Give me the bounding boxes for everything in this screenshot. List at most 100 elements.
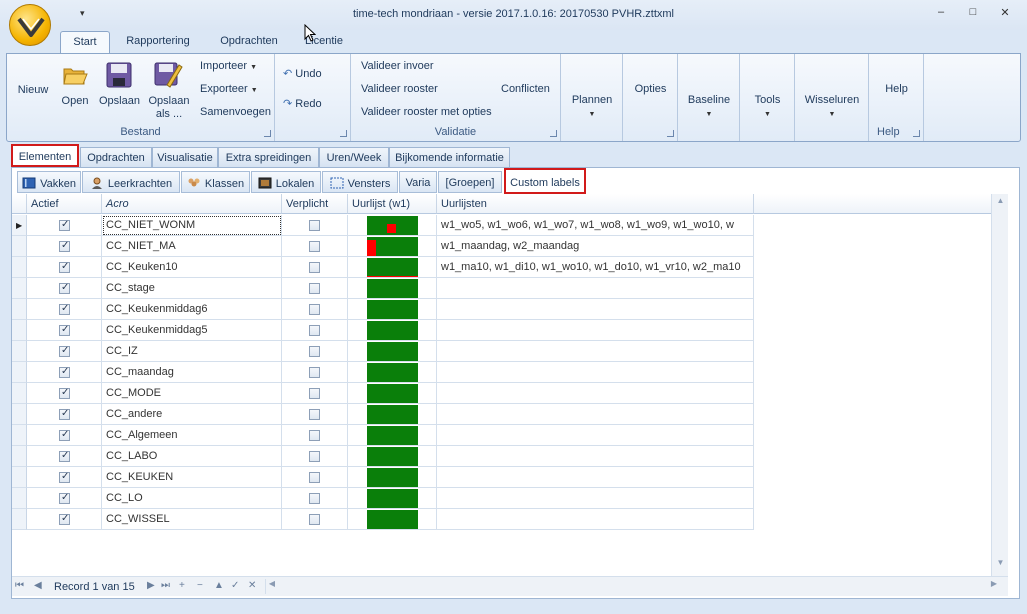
actief-checkbox[interactable] [59,219,70,231]
acro-cell[interactable]: CC_Keuken10 [102,257,282,278]
table-row[interactable]: CC_WISSEL [12,509,754,530]
importeer-dropdown[interactable]: Importeer ▼ [200,60,257,72]
plannen-dropdown[interactable]: Plannen ▼ [561,94,623,121]
actief-checkbox[interactable] [59,282,70,294]
baseline-dropdown[interactable]: Baseline ▼ [678,94,740,121]
row-indicator[interactable] [12,404,27,425]
tab-elementen[interactable]: Elementen [11,144,79,167]
conflicten-button[interactable]: Conflicten [501,83,550,95]
row-indicator[interactable] [12,362,27,383]
scroll-left-arrow-icon[interactable]: ◀ [266,579,278,595]
opties-launcher-icon[interactable] [667,130,674,137]
minimize-button[interactable]: – [930,6,952,22]
uurlijst-w1-cell[interactable] [348,383,437,404]
verplicht-checkbox[interactable] [309,325,320,336]
verplicht-cell[interactable] [282,278,348,299]
valideer-invoer-button[interactable]: Valideer invoer [361,60,434,72]
uurlijst-w1-cell[interactable] [348,320,437,341]
actief-checkbox[interactable] [59,261,70,273]
row-indicator[interactable] [12,257,27,278]
tab-visualisatie[interactable]: Visualisatie [152,147,218,168]
wisseluren-dropdown[interactable]: Wisseluren ▼ [795,94,869,121]
ribbon-tab-rapportering[interactable]: Rapportering [118,31,198,54]
actief-checkbox[interactable] [59,513,70,525]
table-row[interactable]: CC_Keukenmiddag5 [12,320,754,341]
acro-cell[interactable]: CC_KEUKEN [102,467,282,488]
table-row[interactable]: CC_andere [12,404,754,425]
uurlijst-w1-cell[interactable] [348,278,437,299]
actief-cell[interactable] [27,236,102,257]
actief-cell[interactable] [27,488,102,509]
verplicht-checkbox[interactable] [309,346,320,357]
acro-cell[interactable]: CC_maandag [102,362,282,383]
help-button[interactable]: Help [869,83,924,96]
actief-cell[interactable] [27,509,102,530]
actief-checkbox[interactable] [59,366,70,378]
samenvoegen-button[interactable]: Samenvoegen [200,106,271,118]
acro-cell[interactable]: CC_NIET_MA [102,236,282,257]
row-indicator[interactable] [12,299,27,320]
actief-cell[interactable] [27,404,102,425]
subtab-custom-labels[interactable]: Custom labels [504,168,586,194]
row-indicator[interactable] [12,383,27,404]
row-indicator[interactable] [12,341,27,362]
uurlijst-w1-cell[interactable] [348,425,437,446]
actief-checkbox[interactable] [59,450,70,462]
tools-dropdown[interactable]: Tools ▼ [740,94,795,121]
actief-cell[interactable] [27,362,102,383]
table-row[interactable]: CC_NIET_MA w1_maandag, w2_maandag [12,236,754,257]
uurlijsten-cell[interactable] [437,299,754,320]
tab-bijkomende-informatie[interactable]: Bijkomende informatie [389,147,510,168]
actief-cell[interactable] [27,257,102,278]
row-indicator[interactable] [12,320,27,341]
row-indicator[interactable] [12,467,27,488]
ribbon-tab-start[interactable]: Start [60,31,110,54]
scroll-down-arrow-icon[interactable]: ▼ [992,558,1009,574]
actief-cell[interactable] [27,425,102,446]
first-record-icon[interactable]: ⏮ [15,580,24,591]
acro-cell[interactable]: CC_IZ [102,341,282,362]
verplicht-checkbox[interactable] [309,472,320,483]
actief-checkbox[interactable] [59,303,70,315]
verplicht-cell[interactable] [282,215,348,236]
exporteer-dropdown[interactable]: Exporteer ▼ [200,83,258,95]
actief-checkbox[interactable] [59,387,70,399]
subtab-groepen[interactable]: [Groepen] [438,171,502,193]
add-record-icon[interactable]: + [179,580,185,591]
grid-header-uurlijst-w1[interactable]: Uurlijst (w1) [348,194,437,214]
uurlijst-w1-cell[interactable] [348,215,437,236]
delete-record-icon[interactable]: − [197,580,203,591]
verplicht-cell[interactable] [282,383,348,404]
actief-cell[interactable] [27,320,102,341]
verplicht-cell[interactable] [282,446,348,467]
uurlijsten-cell[interactable] [437,425,754,446]
help-launcher-icon[interactable] [913,130,920,137]
valideer-rooster-button[interactable]: Valideer rooster [361,83,438,95]
uurlijst-w1-cell[interactable] [348,509,437,530]
actief-cell[interactable] [27,383,102,404]
table-row[interactable]: CC_LABO [12,446,754,467]
grid-header-acro[interactable]: Acro [102,194,282,214]
opslaan-button[interactable]: Opslaan [99,60,140,116]
open-button[interactable]: Open [59,60,91,116]
uurlijsten-cell[interactable] [437,467,754,488]
uurlijsten-cell[interactable] [437,404,754,425]
actief-checkbox[interactable] [59,492,70,504]
actief-checkbox[interactable] [59,408,70,420]
verplicht-checkbox[interactable] [309,430,320,441]
actief-cell[interactable] [27,299,102,320]
table-row[interactable]: CC_stage [12,278,754,299]
opslaan-als-button[interactable]: Opslaan als ... [147,58,191,124]
ribbon-tab-opdrachten[interactable]: Opdrachten [210,31,288,54]
table-row[interactable]: CC_MODE [12,383,754,404]
table-row[interactable]: CC_Algemeen [12,425,754,446]
actief-cell[interactable] [27,341,102,362]
undo-launcher-icon[interactable] [340,130,347,137]
table-row[interactable]: CC_LO [12,488,754,509]
redo-button[interactable]: ↷ Redo [283,97,322,110]
row-indicator[interactable] [12,278,27,299]
verplicht-cell[interactable] [282,362,348,383]
uurlijsten-cell[interactable] [437,488,754,509]
actief-checkbox[interactable] [59,240,70,252]
table-row[interactable]: CC_Keuken10 w1_ma10, w1_di10, w1_wo10, w1… [12,257,754,278]
